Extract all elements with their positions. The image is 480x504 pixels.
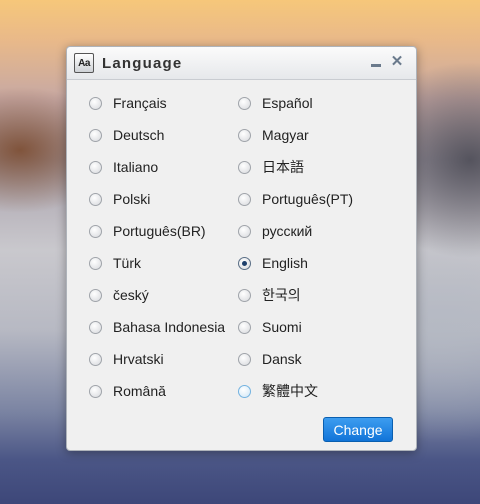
radio-button[interactable] [238, 352, 251, 366]
language-label: Italiano [113, 159, 159, 175]
radio-button[interactable] [238, 96, 251, 110]
language-option-korean[interactable]: 한국의 [238, 286, 301, 304]
language-option-dansk[interactable]: Dansk [238, 350, 302, 368]
radio-button[interactable] [89, 160, 102, 174]
language-option-russian[interactable]: русский [238, 222, 312, 240]
radio-button[interactable] [238, 192, 251, 206]
language-label: Polski [113, 191, 151, 207]
radio-button[interactable] [238, 128, 251, 142]
radio-button[interactable] [89, 192, 102, 206]
language-label: Français [113, 95, 167, 111]
language-option-hrvatski[interactable]: Hrvatski [89, 350, 164, 368]
language-label: Bahasa Indonesia [113, 319, 226, 335]
radio-button-focused[interactable] [238, 384, 251, 398]
language-label: 日本語 [262, 159, 304, 175]
language-label: Español [262, 95, 313, 111]
language-option-traditional-chinese[interactable]: 繁體中文 [238, 382, 318, 400]
language-label: русский [262, 223, 313, 239]
language-option-bahasa-indonesia[interactable]: Bahasa Indonesia [89, 318, 225, 336]
language-label: Suomi [262, 319, 302, 335]
radio-button[interactable] [238, 320, 251, 334]
language-option-japanese[interactable]: 日本語 [238, 158, 304, 176]
radio-button-selected[interactable] [238, 256, 251, 270]
radio-button[interactable] [89, 224, 102, 238]
radio-button[interactable] [89, 96, 102, 110]
language-label: 한국의 [262, 287, 301, 303]
language-dialog: Aa Language ✕ Français Deutsch Italiano … [66, 46, 417, 451]
language-option-espanol[interactable]: Español [238, 94, 313, 112]
radio-button[interactable] [238, 288, 251, 302]
language-label: 繁體中文 [262, 383, 318, 399]
language-label: Türk [113, 255, 141, 271]
language-option-suomi[interactable]: Suomi [238, 318, 302, 336]
language-label: Dansk [262, 351, 302, 367]
language-option-polski[interactable]: Polski [89, 190, 150, 208]
change-button[interactable]: Change [323, 417, 393, 442]
language-label: Hrvatski [113, 351, 164, 367]
language-option-portugues-pt[interactable]: Português(PT) [238, 190, 353, 208]
minimize-icon [371, 64, 381, 67]
radio-button[interactable] [89, 256, 102, 270]
radio-button[interactable] [89, 288, 102, 302]
language-label: Português(PT) [262, 191, 354, 207]
language-option-romana[interactable]: Română [89, 382, 166, 400]
radio-button[interactable] [89, 320, 102, 334]
language-label: Română [113, 383, 166, 399]
radio-button[interactable] [89, 352, 102, 366]
dialog-title: Language [102, 54, 183, 72]
language-option-english[interactable]: English [238, 254, 308, 272]
language-app-icon: Aa [74, 53, 94, 73]
radio-button[interactable] [89, 128, 102, 142]
language-option-portugues-br[interactable]: Português(BR) [89, 222, 206, 240]
language-label: Deutsch [113, 127, 165, 143]
language-label: Português(BR) [113, 223, 206, 239]
minimize-button[interactable] [369, 54, 383, 70]
language-label: český [113, 287, 149, 303]
radio-button[interactable] [238, 160, 251, 174]
language-option-magyar[interactable]: Magyar [238, 126, 309, 144]
language-option-cesky[interactable]: český [89, 286, 149, 304]
language-option-francais[interactable]: Français [89, 94, 167, 112]
close-button[interactable]: ✕ [390, 54, 404, 70]
language-label: English [262, 255, 308, 271]
language-label: Magyar [262, 127, 309, 143]
language-option-turk[interactable]: Türk [89, 254, 141, 272]
language-option-italiano[interactable]: Italiano [89, 158, 158, 176]
language-option-deutsch[interactable]: Deutsch [89, 126, 164, 144]
dialog-titlebar[interactable]: Aa Language ✕ [67, 47, 416, 80]
radio-button[interactable] [238, 224, 251, 238]
radio-button[interactable] [89, 384, 102, 398]
